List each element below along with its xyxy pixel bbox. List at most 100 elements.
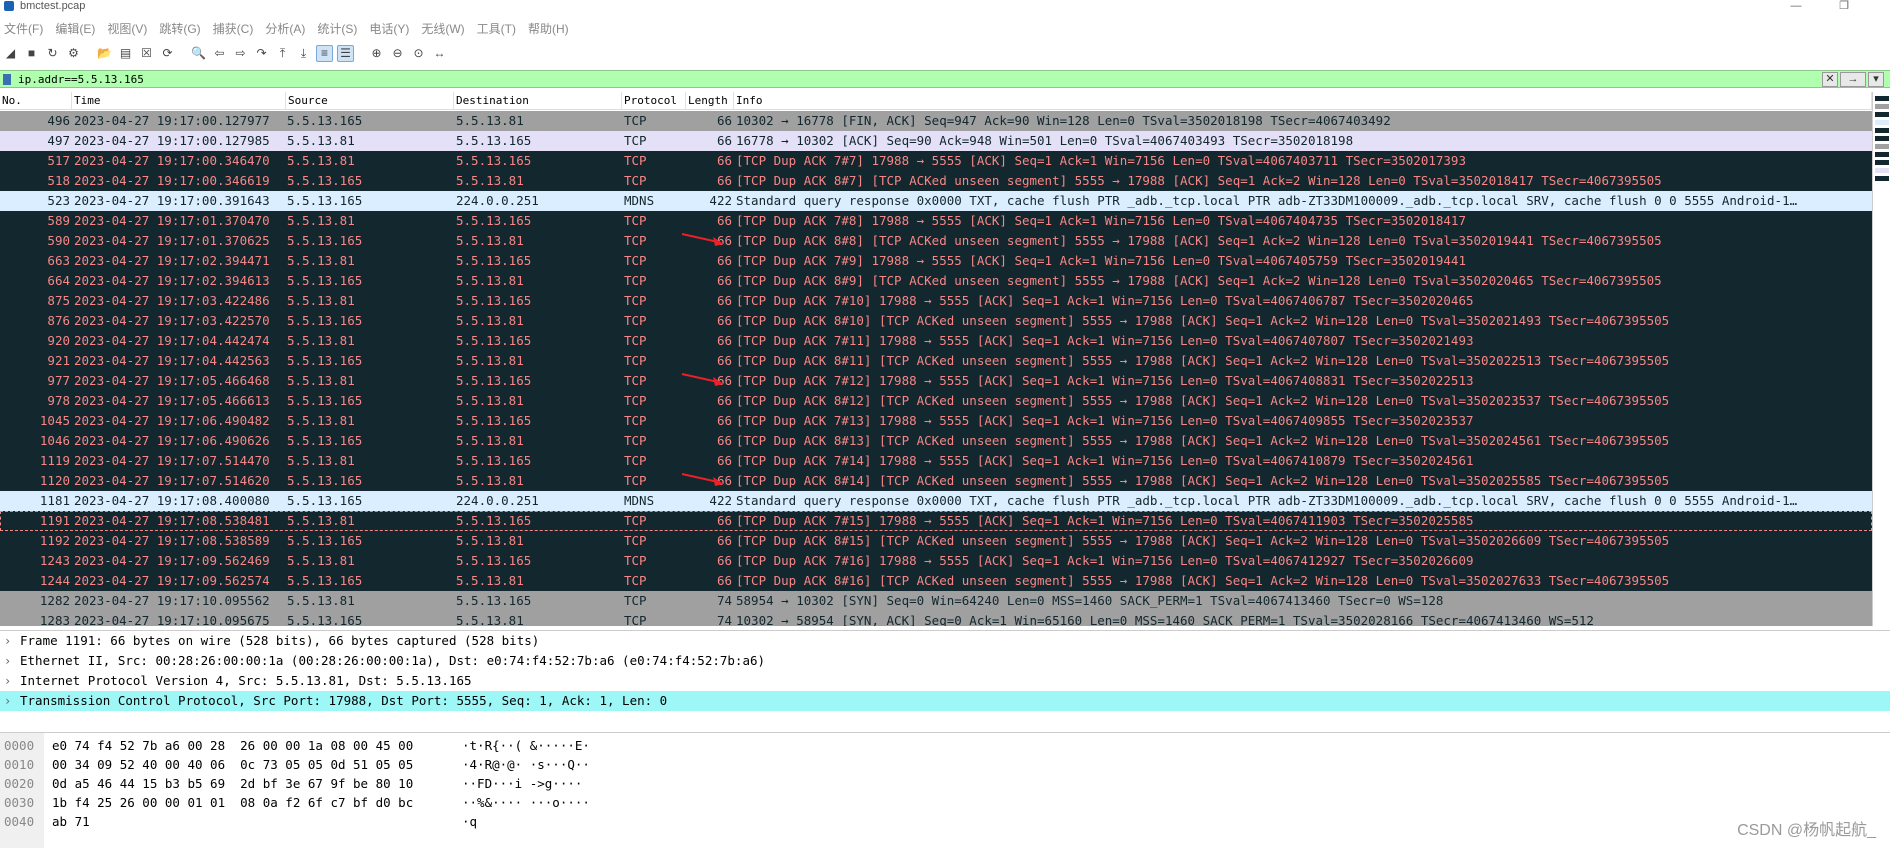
packet-row[interactable]: 1243 2023-04-27 19:17:09.562469 5.5.13.81 5… [0,551,1872,571]
column-header-length[interactable]: Length [686,92,734,110]
open-file-icon[interactable]: 📂 [96,45,113,62]
restore-button[interactable]: ❐ [1824,0,1864,15]
column-header-protocol[interactable]: Protocol [622,92,686,110]
go-first-icon[interactable]: ⤒ [274,45,291,62]
packet-row[interactable]: 589 2023-04-27 19:17:01.370470 5.5.13.81 5.… [0,211,1872,231]
bytes-asc[interactable]: ·4·R@·@· ·s···Q·· [462,756,590,774]
menu-item-9[interactable]: 工具(T) [477,20,516,37]
menu-item-7[interactable]: 电话(Y) [369,20,409,37]
packet-no-cell: 875 [47,293,70,308]
zoom-out-icon[interactable]: ⊖ [389,45,406,62]
go-back-icon[interactable]: ⇦ [211,45,228,62]
go-forward-icon[interactable]: ⇨ [232,45,249,62]
bytes-off[interactable]: 0040 [4,813,34,831]
bytes-off[interactable]: 0020 [4,775,34,793]
stop-capture-icon[interactable]: ■ [23,45,40,62]
packet-row[interactable]: 517 2023-04-27 19:17:00.346470 5.5.13.81 5.… [0,151,1872,171]
find-packet-icon[interactable]: 🔍 [190,45,207,62]
bytes-hex[interactable]: e0 74 f4 52 7b a6 00 28 26 00 00 1a 08 0… [52,737,413,755]
reload-file-icon[interactable]: ⟳ [159,45,176,62]
expand-chevron-icon[interactable]: › [4,691,11,711]
detail-tree-item[interactable]: › Frame 1191: 66 bytes on wire (528 bits)… [0,631,1890,651]
bytes-off[interactable]: 0000 [4,737,34,755]
column-header-source[interactable]: Source [286,92,454,110]
bytes-asc[interactable]: ·q [462,813,477,831]
menu-item-6[interactable]: 统计(S) [317,20,357,37]
packet-list-minimap-scrollbar[interactable] [1872,92,1890,626]
packet-row[interactable]: 497 2023-04-27 19:17:00.127985 5.5.13.81 5.… [0,131,1872,151]
close-file-icon[interactable]: ☒ [138,45,155,62]
expand-chevron-icon[interactable]: › [4,651,11,671]
column-header-destination[interactable]: Destination [454,92,622,110]
packet-row[interactable]: 920 2023-04-27 19:17:04.442474 5.5.13.81 5.… [0,331,1872,351]
menu-item-0[interactable]: 文件(F) [4,20,43,37]
zoom-in-icon[interactable]: ⊕ [368,45,385,62]
save-file-icon[interactable]: ▤ [117,45,134,62]
bytes-hex[interactable]: 00 34 09 52 40 00 40 06 0c 73 05 05 0d 5… [52,756,413,774]
packet-row[interactable]: 1244 2023-04-27 19:17:09.562574 5.5.13.165… [0,571,1872,591]
menu-item-4[interactable]: 捕获(C) [213,20,254,37]
packet-row[interactable]: 1192 2023-04-27 19:17:08.538589 5.5.13.165… [0,531,1872,551]
packet-row[interactable]: 590 2023-04-27 19:17:01.370625 5.5.13.165 5… [0,231,1872,251]
column-header-time[interactable]: Time [72,92,286,110]
menu-item-5[interactable]: 分析(A) [265,20,305,37]
capture-options-icon[interactable]: ⚙ [65,45,82,62]
column-header-info[interactable]: Info [734,92,1872,110]
packet-dst-cell: 5.5.13.81 [456,233,524,248]
menu-item-8[interactable]: 无线(W) [421,20,464,37]
packet-len-cell: 66 [716,413,732,428]
resize-columns-icon[interactable]: ↔ [431,45,448,62]
bytes-asc[interactable]: ·t·R{··( &·····E· [462,737,590,755]
colorize-icon[interactable]: ☰ [337,44,354,62]
bytes-asc[interactable]: ··FD···i ->g···· [462,775,582,793]
go-to-packet-icon[interactable]: ↷ [253,45,270,62]
packet-dst-cell: 5.5.13.165 [456,333,532,348]
bytes-off[interactable]: 0010 [4,756,34,774]
filter-history-dropdown[interactable]: ▾ [1868,72,1884,87]
auto-scroll-icon[interactable]: ≡ [316,44,333,62]
expand-chevron-icon[interactable]: › [4,671,11,691]
minimize-button[interactable]: — [1776,0,1816,15]
packet-row[interactable]: 1181 2023-04-27 19:17:08.400080 5.5.13.165… [0,491,1872,511]
apply-filter-button[interactable]: → [1840,72,1866,87]
packet-row[interactable]: 1282 2023-04-27 19:17:10.095562 5.5.13.81 5… [0,591,1872,611]
clear-filter-button[interactable]: ✕ [1822,72,1838,87]
column-header-no[interactable]: No. [0,92,72,110]
go-last-icon[interactable]: ⤓ [295,45,312,62]
packet-row[interactable]: 663 2023-04-27 19:17:02.394471 5.5.13.81 5.… [0,251,1872,271]
bytes-hex[interactable]: 1b f4 25 26 00 00 01 01 08 0a f2 6f c7 b… [52,794,413,812]
packet-row[interactable]: 1191 2023-04-27 19:17:08.538481 5.5.13.81 5… [0,511,1872,531]
packet-row[interactable]: 875 2023-04-27 19:17:03.422486 5.5.13.81 5.… [0,291,1872,311]
display-filter-input[interactable] [18,72,1818,87]
shark-fin-start-icon[interactable]: ◢ [2,45,19,62]
detail-tree-item[interactable]: › Internet Protocol Version 4, Src: 5.5.1… [0,671,1890,691]
packet-row[interactable]: 1046 2023-04-27 19:17:06.490626 5.5.13.165… [0,431,1872,451]
packet-row[interactable]: 496 2023-04-27 19:17:00.127977 5.5.13.165 5… [0,111,1872,131]
normal-size-icon[interactable]: ⊙ [410,45,427,62]
packet-row[interactable]: 1283 2023-04-27 19:17:10.095675 5.5.13.165… [0,611,1872,626]
detail-tree-item[interactable]: › Transmission Control Protocol, Src Port… [0,691,1890,711]
packet-row[interactable]: 1120 2023-04-27 19:17:07.514620 5.5.13.165… [0,471,1872,491]
packet-row[interactable]: 978 2023-04-27 19:17:05.466613 5.5.13.165 5… [0,391,1872,411]
packet-row[interactable]: 1119 2023-04-27 19:17:07.514470 5.5.13.81 5… [0,451,1872,471]
detail-tree-item[interactable]: › Ethernet II, Src: 00:28:26:00:00:1a (00… [0,651,1890,671]
menu-item-3[interactable]: 跳转(G) [159,20,200,37]
filter-bookmark-icon[interactable] [3,74,11,85]
expand-chevron-icon[interactable]: › [4,631,11,651]
packet-row[interactable]: 1045 2023-04-27 19:17:06.490482 5.5.13.81 5… [0,411,1872,431]
packet-row[interactable]: 921 2023-04-27 19:17:04.442563 5.5.13.165 5… [0,351,1872,371]
packet-info-cell: Standard query response 0x0000 TXT, cach… [736,193,1798,208]
menu-item-2[interactable]: 视图(V) [107,20,147,37]
bytes-asc[interactable]: ··%&···· ···o···· [462,794,590,812]
packet-row[interactable]: 977 2023-04-27 19:17:05.466468 5.5.13.81 5.… [0,371,1872,391]
bytes-hex[interactable]: ab 71 [52,813,90,831]
bytes-off[interactable]: 0030 [4,794,34,812]
menu-item-10[interactable]: 帮助(H) [528,20,569,37]
packet-row[interactable]: 664 2023-04-27 19:17:02.394613 5.5.13.165 5… [0,271,1872,291]
restart-capture-icon[interactable]: ↻ [44,45,61,62]
packet-row[interactable]: 518 2023-04-27 19:17:00.346619 5.5.13.165 5… [0,171,1872,191]
bytes-hex[interactable]: 0d a5 46 44 15 b3 b5 69 2d bf 3e 67 9f b… [52,775,413,793]
menu-item-1[interactable]: 编辑(E) [55,20,95,37]
packet-row[interactable]: 876 2023-04-27 19:17:03.422570 5.5.13.165 5… [0,311,1872,331]
packet-row[interactable]: 523 2023-04-27 19:17:00.391643 5.5.13.165 2… [0,191,1872,211]
